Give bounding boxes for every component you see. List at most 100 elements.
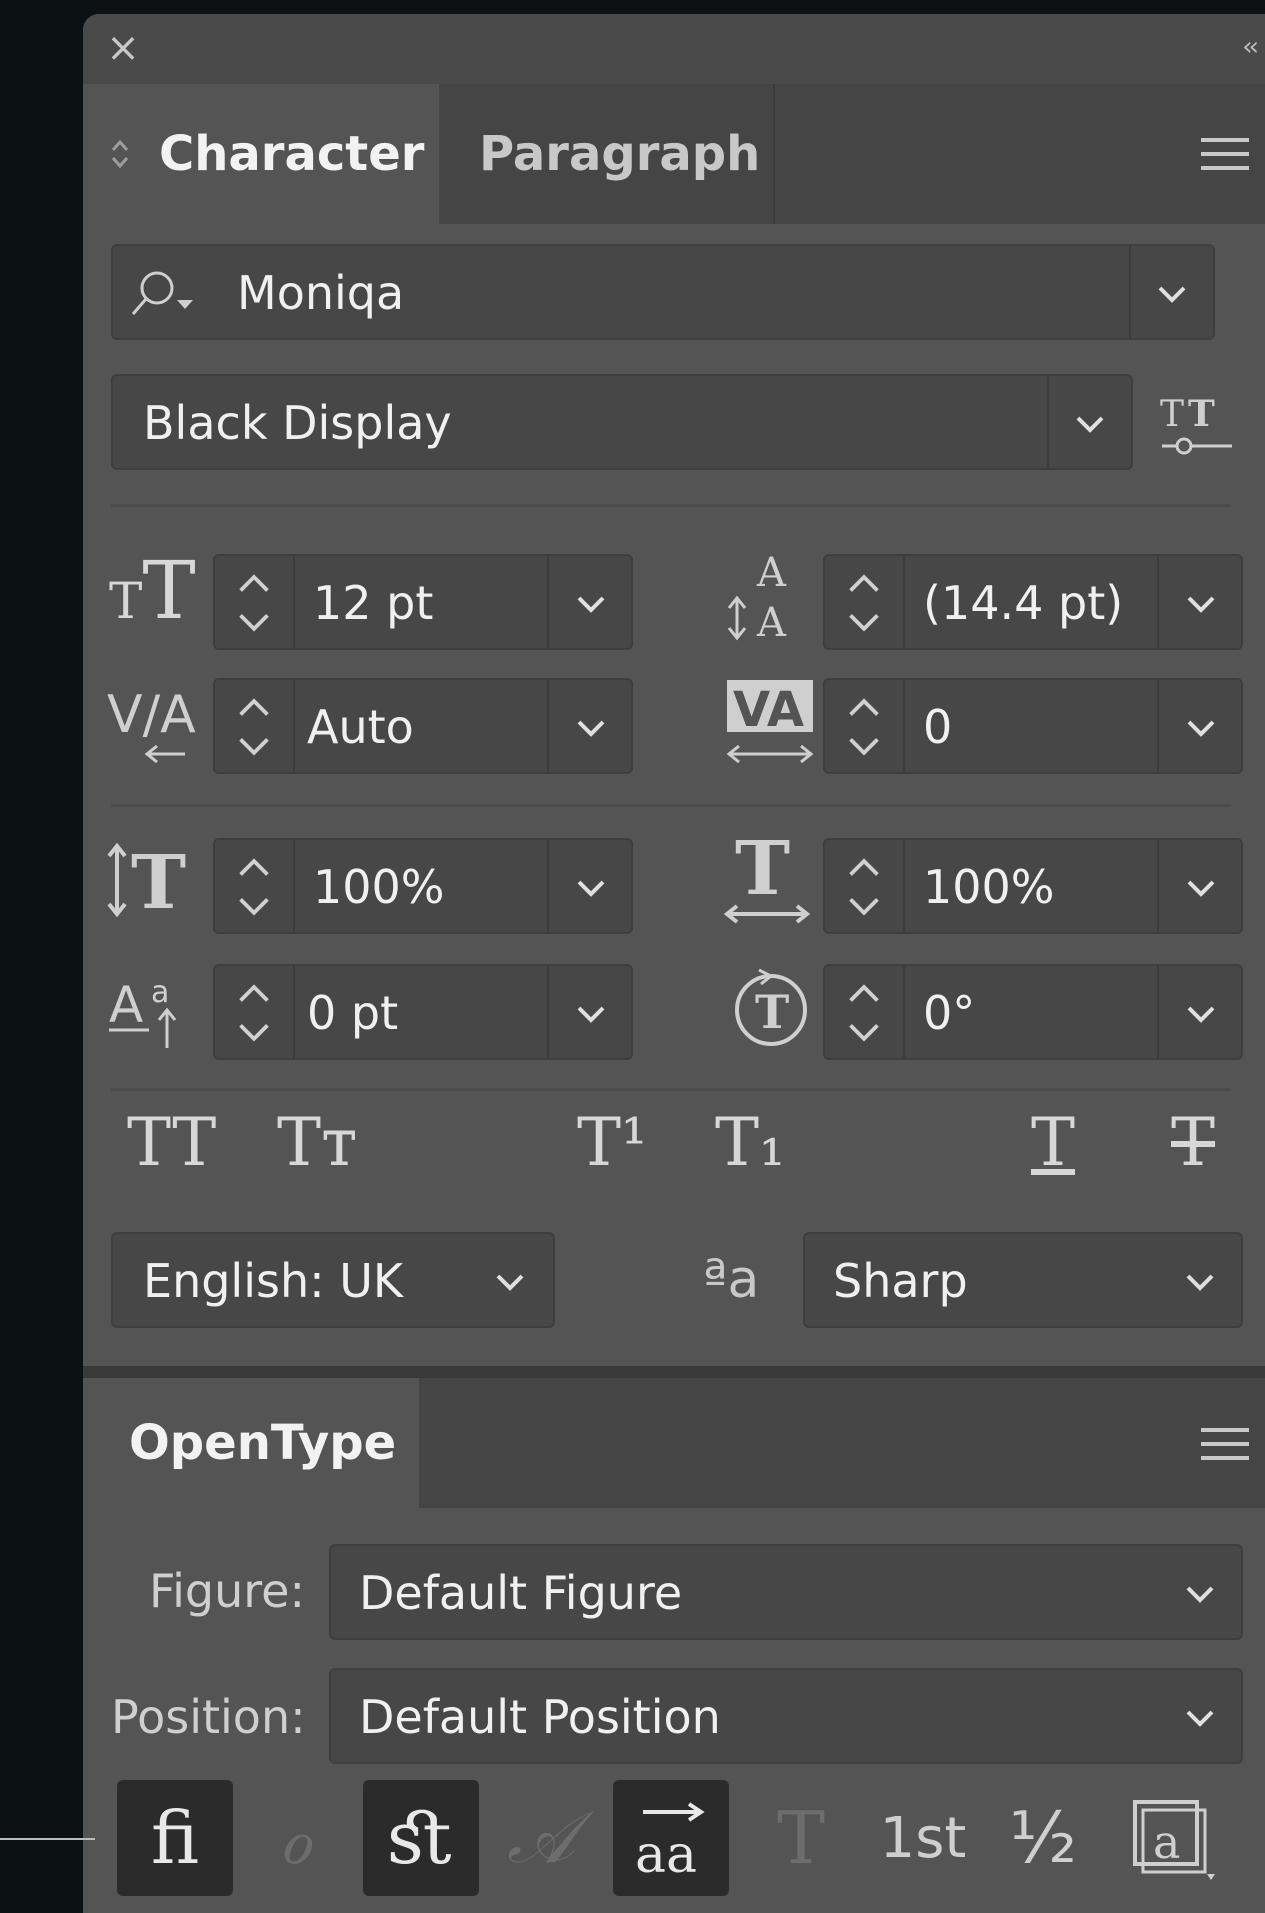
svg-text:V/A: V/A	[107, 685, 196, 745]
font-size-icon: TT	[109, 544, 196, 637]
svg-text:A: A	[109, 976, 143, 1034]
chevron-down-icon	[1187, 720, 1215, 737]
standard-ligatures-button[interactable]: ﬁ	[117, 1780, 233, 1896]
separator	[111, 1088, 1231, 1091]
all-caps-button[interactable]: TT	[127, 1104, 216, 1181]
rotation-value: 0°	[923, 986, 976, 1040]
titling-alternates-button[interactable]: T	[743, 1780, 859, 1896]
stepper-arrows-icon[interactable]	[825, 966, 905, 1058]
swash-button[interactable]: 𝒜	[483, 1780, 599, 1896]
baseline-shift-dropdown[interactable]	[547, 966, 631, 1058]
opentype-tab-bar: OpenType	[83, 1378, 1265, 1508]
stepper-arrows-icon[interactable]	[825, 840, 905, 932]
tab-character[interactable]: Character	[83, 84, 439, 224]
close-icon[interactable]: ×	[105, 28, 141, 68]
position-select[interactable]: Default Position	[329, 1668, 1243, 1764]
figure-label: Figure:	[149, 1564, 305, 1618]
font-style-field[interactable]: Black Display	[111, 374, 1133, 470]
stepper-arrows-icon[interactable]	[215, 966, 295, 1058]
vertical-scale-field[interactable]: 100%	[213, 838, 633, 934]
rotation-dropdown[interactable]	[1157, 966, 1241, 1058]
panel-divider	[83, 1366, 1265, 1378]
vertical-scale-dropdown[interactable]	[547, 840, 631, 932]
separator	[111, 504, 1231, 507]
collapse-panels-icon[interactable]: ‹‹	[1242, 32, 1259, 62]
tab-opentype-label: OpenType	[129, 1415, 397, 1471]
svg-text:A: A	[756, 550, 787, 596]
framed-a-icon: a	[1133, 1800, 1215, 1880]
stylistic-alternates-icon: aa	[635, 1802, 705, 1885]
chevron-down-icon	[1186, 1274, 1214, 1291]
tracking-dropdown[interactable]	[1157, 680, 1241, 772]
tab-opentype[interactable]: OpenType	[83, 1378, 419, 1508]
svg-text:T: T	[1160, 394, 1184, 435]
font-family-dropdown[interactable]	[1129, 246, 1213, 338]
vertical-scale-value: 100%	[313, 860, 445, 914]
baseline-shift-icon: A a	[109, 975, 177, 1048]
baseline-shift-field[interactable]: 0 pt	[213, 964, 633, 1060]
stylistic-alternates-button[interactable]: aa	[613, 1780, 729, 1896]
stepper-arrows-icon[interactable]	[215, 840, 295, 932]
font-style-dropdown[interactable]	[1047, 376, 1131, 468]
antialias-select[interactable]: Sharp	[803, 1232, 1243, 1328]
chevron-down-icon	[577, 880, 605, 897]
character-rotation-icon: T	[735, 968, 807, 1046]
chevron-down-icon	[577, 1006, 605, 1023]
superscript-button[interactable]: T¹	[577, 1104, 647, 1181]
callout-leader-line	[0, 1838, 95, 1840]
sort-arrows-icon[interactable]	[105, 134, 135, 174]
tracking-field[interactable]: 0	[823, 678, 1243, 774]
language-value: English: UK	[143, 1254, 404, 1308]
language-select[interactable]: English: UK	[111, 1232, 555, 1328]
ordinals-button[interactable]: 1st	[865, 1780, 981, 1896]
chevron-down-icon	[577, 720, 605, 737]
subscript-button[interactable]: T₁	[715, 1104, 785, 1181]
small-caps-button[interactable]: Tᴛ	[277, 1104, 358, 1181]
leading-dropdown[interactable]	[1157, 556, 1241, 648]
font-style-value: Black Display	[143, 396, 452, 450]
opentype-more-button[interactable]: a	[1113, 1780, 1229, 1896]
font-family-field[interactable]: Moniqa	[111, 244, 1215, 340]
kerning-dropdown[interactable]	[547, 680, 631, 772]
svg-text:T: T	[1188, 393, 1215, 435]
search-icon	[131, 271, 193, 315]
leading-icon: A A	[727, 550, 787, 646]
position-label: Position:	[111, 1690, 306, 1744]
chevron-down-icon	[1186, 1586, 1214, 1603]
figure-value: Default Figure	[359, 1566, 683, 1620]
svg-text:T: T	[131, 840, 186, 926]
font-size-value: 12 pt	[313, 576, 434, 630]
font-size-field[interactable]: 12 pt	[213, 554, 633, 650]
svg-text:a: a	[151, 975, 169, 1010]
stepper-arrows-icon[interactable]	[825, 680, 905, 772]
stepper-arrows-icon[interactable]	[825, 556, 905, 648]
figure-select[interactable]: Default Figure	[329, 1544, 1243, 1640]
contextual-alternates-button[interactable]: ℴ	[237, 1780, 353, 1896]
stepper-arrows-icon[interactable]	[215, 680, 295, 772]
kerning-icon: V/A	[107, 685, 196, 764]
font-size-dropdown[interactable]	[547, 556, 631, 648]
vertical-scale-icon: T	[107, 840, 186, 926]
stepper-arrows-icon[interactable]	[215, 556, 295, 648]
fractions-button[interactable]: ½	[985, 1780, 1101, 1896]
stylistic-alternates-text: aa	[635, 1825, 697, 1885]
horizontal-scale-dropdown[interactable]	[1157, 840, 1241, 932]
chevron-down-icon	[1076, 416, 1104, 433]
svg-text:T: T	[755, 985, 789, 1039]
chevron-down-icon	[1187, 1006, 1215, 1023]
kerning-value: Auto	[307, 700, 414, 754]
tracking-icon: VA	[726, 680, 814, 764]
rotation-field[interactable]: 0°	[823, 964, 1243, 1060]
position-value: Default Position	[359, 1690, 721, 1744]
discretionary-ligatures-button[interactable]: ﬆ	[363, 1780, 479, 1896]
tab-paragraph[interactable]: Paragraph	[439, 84, 775, 224]
kerning-field[interactable]: Auto	[213, 678, 633, 774]
opentype-menu-icon[interactable]	[1201, 1426, 1249, 1462]
underline-button[interactable]: T	[1031, 1104, 1075, 1181]
tab-bar: Character Paragraph	[83, 84, 1265, 224]
horizontal-scale-field[interactable]: 100%	[823, 838, 1243, 934]
variable-font-icon[interactable]: T T	[1158, 388, 1238, 460]
panel-menu-icon[interactable]	[1201, 136, 1249, 172]
strikethrough-button[interactable]: T	[1171, 1104, 1215, 1181]
leading-field[interactable]: (14.4 pt)	[823, 554, 1243, 650]
